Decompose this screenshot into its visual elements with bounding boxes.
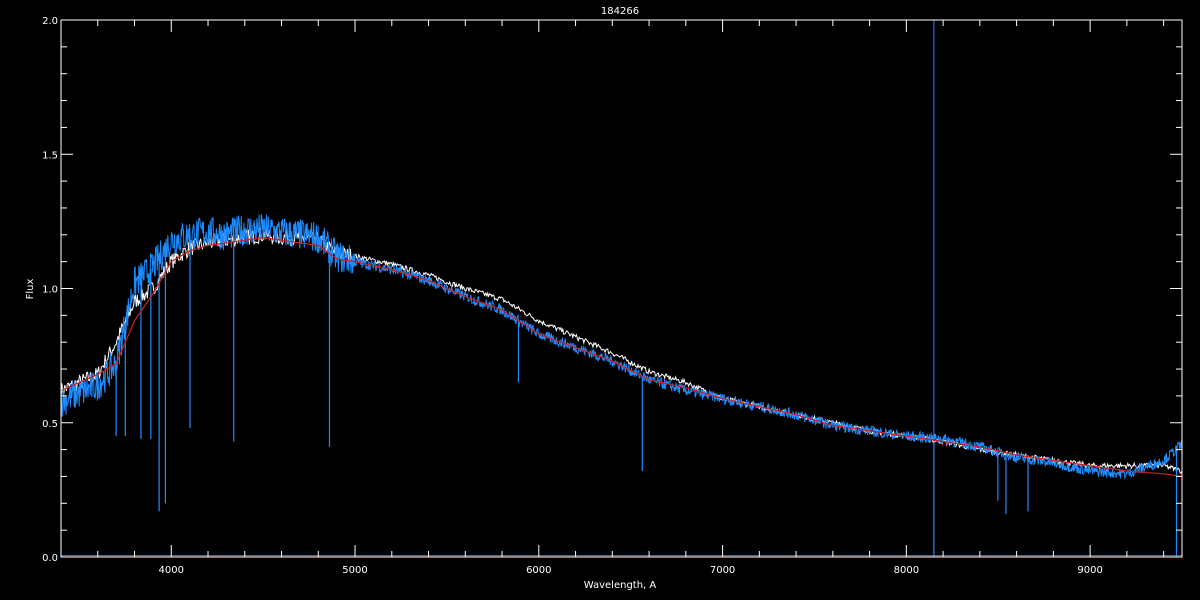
spectrum-chart: 184266 4000 5000 6000 7000 8000 9000 0.0 0.5 1.0… [25, 6, 1183, 591]
series-line-red [60, 236, 1183, 477]
x-axis-label: Wavelength, A [584, 580, 657, 591]
x-tick-label: 7000 [710, 565, 735, 576]
x-tick-label: 4000 [159, 565, 184, 576]
series-line-blue [60, 214, 1183, 480]
x-tick-label: 6000 [526, 565, 551, 576]
plot-frame [60, 19, 1183, 558]
x-tick-label: 9000 [1077, 565, 1102, 576]
x-tick-label: 8000 [894, 565, 919, 576]
y-tick-label: 1.0 [42, 285, 58, 296]
y-axis-label: Flux [25, 279, 36, 300]
y-tick-label: 0.0 [42, 553, 58, 564]
y-tick-label: 2.0 [42, 16, 58, 27]
chart-title: 184266 [601, 6, 639, 17]
x-tick-label: 5000 [342, 565, 367, 576]
axes-layer: 4000 5000 6000 7000 8000 9000 0.0 0.5 1.0 1.5 2.0 [42, 16, 1183, 576]
y-tick-label: 0.5 [42, 419, 58, 430]
series-line-white [60, 227, 1183, 474]
series-layer [60, 20, 1183, 557]
y-tick-label: 1.5 [42, 150, 58, 161]
